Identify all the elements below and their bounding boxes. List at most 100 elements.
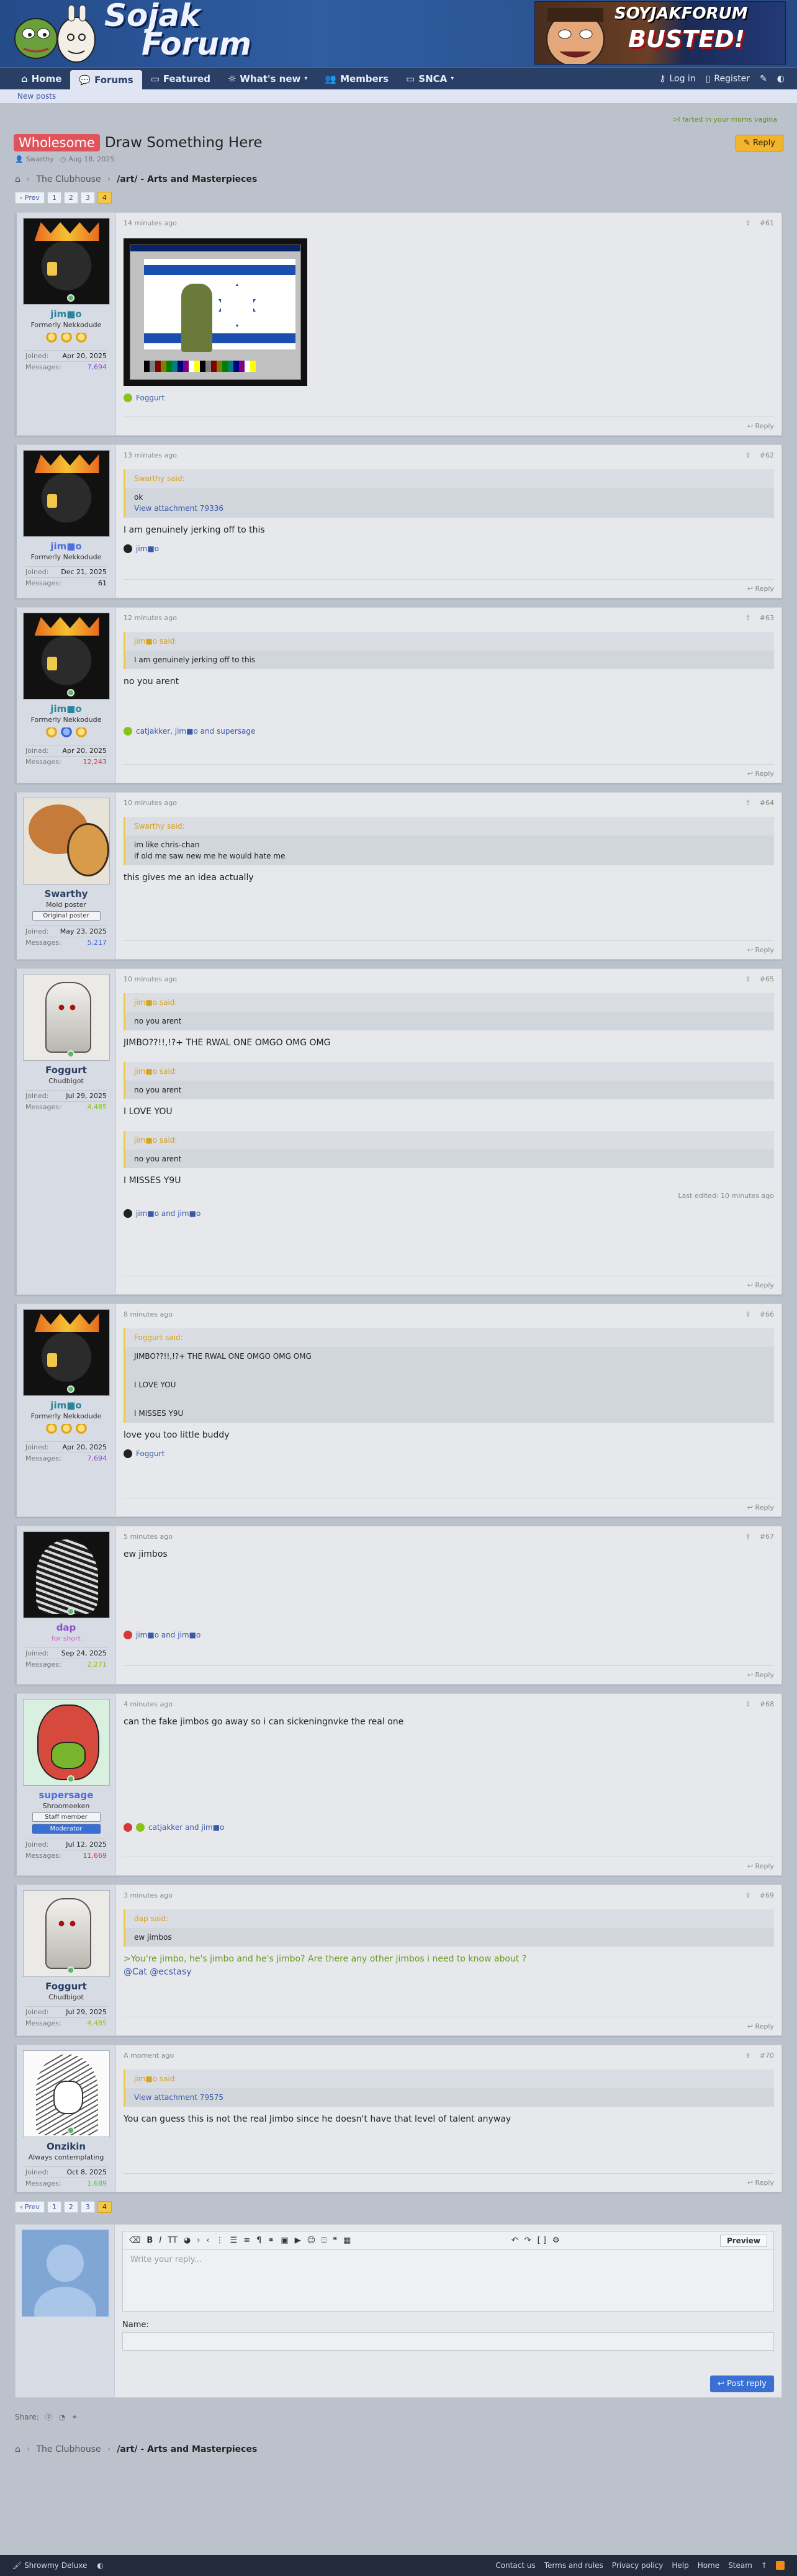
rss-icon[interactable]: [776, 2561, 785, 2570]
reply-textarea[interactable]: Write your reply...: [122, 2249, 774, 2312]
undo-icon[interactable]: ↶: [511, 2236, 518, 2245]
username[interactable]: jim■o: [22, 1400, 110, 1411]
share-icon[interactable]: ⇪: [745, 219, 751, 227]
avatar[interactable]: [22, 1699, 110, 1786]
nav-featured[interactable]: ▭ Featured: [142, 68, 219, 89]
share-icon[interactable]: ⇪: [745, 1700, 751, 1708]
text-size-icon[interactable]: TT: [168, 2236, 178, 2245]
reactions[interactable]: catjakker and jim■o: [124, 1822, 774, 1833]
trophy-icon[interactable]: [75, 1424, 87, 1436]
quote-author[interactable]: Foggurt said:: [125, 1328, 774, 1347]
quote-author[interactable]: jim■o said:: [125, 1062, 774, 1081]
gif-icon[interactable]: ⌸: [322, 2236, 326, 2245]
avatar[interactable]: [22, 1531, 110, 1618]
quote-author[interactable]: jim■o said:: [125, 632, 774, 651]
trophy-icon[interactable]: [75, 727, 87, 740]
list-icon[interactable]: ☰: [230, 2236, 238, 2245]
pager-page-4[interactable]: 4: [97, 192, 112, 204]
reactions[interactable]: jim■o and jim■o: [124, 1629, 774, 1641]
pager-page-4[interactable]: 4: [97, 2201, 112, 2213]
post-reply-link[interactable]: ↩ Reply: [747, 1671, 774, 1679]
trophy-icon[interactable]: [45, 1424, 57, 1436]
post-time[interactable]: 8 minutes ago: [124, 1310, 173, 1318]
username[interactable]: jim■o: [22, 541, 110, 552]
theme-icon[interactable]: ◐: [97, 2561, 103, 2570]
reaction-users[interactable]: jim■o: [136, 543, 159, 554]
post-reply-link[interactable]: ↩ Reply: [747, 2022, 774, 2030]
post-reply-button[interactable]: ↩ Post reply: [710, 2376, 774, 2392]
share-icon[interactable]: ⇪: [745, 1533, 751, 1541]
breadcrumb-art[interactable]: /art/ - Arts and Masterpieces: [117, 174, 257, 184]
settings-icon[interactable]: ⚙: [552, 2236, 560, 2245]
login-link[interactable]: ⚷ Log in: [654, 74, 700, 84]
post-reply-link[interactable]: ↩ Reply: [747, 585, 774, 593]
avatar[interactable]: [22, 613, 110, 700]
share-icon[interactable]: ⇪: [745, 1310, 751, 1318]
post-reply-link[interactable]: ↩ Reply: [747, 1503, 774, 1511]
style-chooser[interactable]: 🖌 Shrowmy Deluxe: [12, 2561, 87, 2570]
post-number[interactable]: #61: [760, 219, 774, 227]
avatar[interactable]: [22, 2050, 110, 2137]
reaction-users[interactable]: Foggurt: [136, 1448, 164, 1459]
thread-author[interactable]: 👤 Swarthy: [15, 155, 54, 163]
promo-banner[interactable]: SOYJAKFORUM BUSTED!: [534, 1, 786, 65]
post-time[interactable]: 4 minutes ago: [124, 1700, 173, 1708]
nav-members[interactable]: 👥 Members: [316, 68, 397, 89]
avatar[interactable]: [22, 974, 110, 1061]
footer-home[interactable]: Home: [698, 2561, 719, 2570]
post-reply-link[interactable]: ↩ Reply: [747, 770, 774, 778]
less-icon[interactable]: ‹: [206, 2236, 209, 2245]
link-icon[interactable]: ⚭: [268, 2236, 274, 2245]
pager-page-2[interactable]: 2: [63, 2201, 78, 2213]
post-number[interactable]: #68: [760, 1700, 774, 1708]
reaction-users[interactable]: jim■o and jim■o: [136, 1629, 200, 1641]
reactions[interactable]: jim■o: [124, 543, 774, 554]
post-time[interactable]: 10 minutes ago: [124, 799, 177, 807]
breadcrumb-clubhouse[interactable]: The Clubhouse: [37, 2444, 101, 2454]
trophy-icon[interactable]: [45, 333, 57, 345]
link-icon[interactable]: ⚭: [71, 2413, 78, 2421]
footer-privacy[interactable]: Privacy policy: [612, 2561, 664, 2570]
trophy-icon[interactable]: [75, 333, 87, 345]
reaction-users[interactable]: jim■o and jim■o: [136, 1208, 200, 1219]
reaction-users[interactable]: Foggurt: [136, 392, 164, 403]
post-number[interactable]: #66: [760, 1310, 774, 1318]
chevron-down-icon[interactable]: ▾: [304, 75, 307, 82]
post-number[interactable]: #64: [760, 799, 774, 807]
post-reply-link[interactable]: ↩ Reply: [747, 1862, 774, 1870]
post-time[interactable]: 5 minutes ago: [124, 1533, 173, 1541]
thread-date[interactable]: ◷ Aug 18, 2025: [60, 155, 115, 163]
bbcode-icon[interactable]: [ ]: [538, 2236, 546, 2245]
emoji-icon[interactable]: ☺: [307, 2236, 316, 2245]
mention-links[interactable]: @Cat @ecstasy: [124, 1966, 774, 1979]
attachment-link[interactable]: View attachment 79575: [134, 2092, 765, 2103]
post-time[interactable]: 13 minutes ago: [124, 451, 177, 459]
pager-page-1[interactable]: 1: [47, 192, 61, 204]
breadcrumb-art[interactable]: /art/ - Arts and Masterpieces: [117, 2444, 257, 2454]
scroll-top-icon[interactable]: ↑: [761, 2561, 767, 2570]
post-time[interactable]: 3 minutes ago: [124, 1891, 173, 1899]
breadcrumb-clubhouse[interactable]: The Clubhouse: [37, 174, 101, 184]
attached-drawing[interactable]: [124, 238, 307, 386]
reactions[interactable]: Foggurt: [124, 1448, 774, 1459]
reactions[interactable]: Foggurt: [124, 392, 774, 403]
post-number[interactable]: #65: [760, 975, 774, 983]
post-time[interactable]: 12 minutes ago: [124, 614, 177, 622]
name-input[interactable]: [122, 2332, 774, 2351]
post-number[interactable]: #70: [760, 2051, 774, 2060]
trophy-icon[interactable]: [60, 333, 72, 345]
username[interactable]: jim■o: [22, 308, 110, 320]
post-time[interactable]: 10 minutes ago: [124, 975, 177, 983]
reaction-users[interactable]: catjakker, jim■o and supersage: [136, 726, 255, 737]
thread-prefix[interactable]: Wholesome: [14, 134, 100, 151]
pager-page-3[interactable]: 3: [80, 192, 95, 204]
avatar[interactable]: [22, 798, 110, 885]
username[interactable]: jim■o: [22, 703, 110, 714]
whatsapp-icon[interactable]: ◔: [59, 2413, 65, 2421]
quote-author[interactable]: dap said:: [125, 1909, 774, 1928]
media-icon[interactable]: ▶: [295, 2236, 301, 2245]
pager-page-1[interactable]: 1: [47, 2201, 61, 2213]
quote-icon[interactable]: ❝: [333, 2236, 337, 2245]
post-time[interactable]: A moment ago: [124, 2051, 174, 2060]
footer-help[interactable]: Help: [672, 2561, 688, 2570]
